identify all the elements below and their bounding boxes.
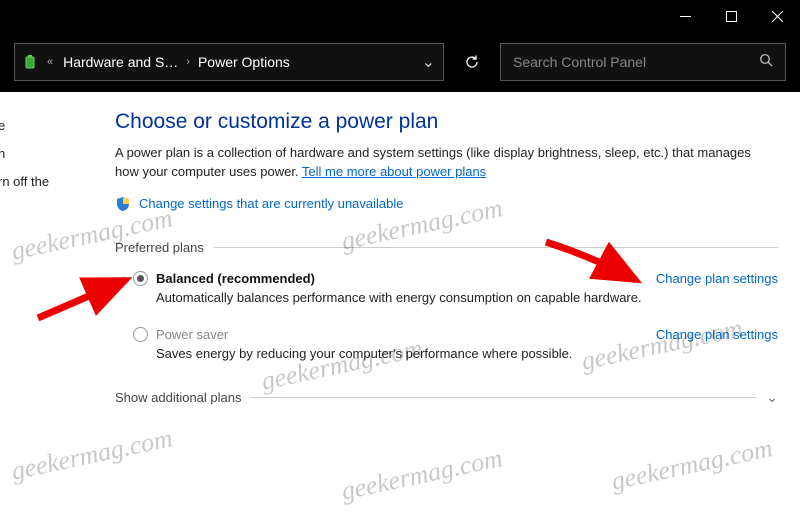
search-input[interactable]: Search Control Panel <box>500 43 786 81</box>
page-title: Choose or customize a power plan <box>115 110 778 134</box>
search-icon <box>759 53 773 72</box>
plan-saver-name[interactable]: Power saver <box>156 327 228 342</box>
plan-balanced: Balanced (recommended) Change plan setti… <box>115 271 778 305</box>
main-panel: Choose or customize a power plan A power… <box>115 110 778 406</box>
chevron-down-icon[interactable]: ⌄ <box>422 52 435 72</box>
radio-balanced[interactable] <box>133 271 148 286</box>
preferred-plans-label: Preferred plans <box>115 240 778 255</box>
additional-plans-toggle[interactable]: Show additional plans⌄ <box>115 389 778 406</box>
chevron-down-icon: ⌄ <box>766 389 778 406</box>
breadcrumb-back-icon: « <box>47 56 53 68</box>
change-unavailable-link[interactable]: Change settings that are currently unava… <box>139 196 404 211</box>
plan-balanced-name[interactable]: Balanced (recommended) <box>156 271 315 286</box>
toolbar: « Hardware and S… › Power Options ⌄ Sear… <box>0 32 800 92</box>
maximize-button[interactable] <box>708 0 754 32</box>
close-button[interactable] <box>754 0 800 32</box>
learn-more-link[interactable]: Tell me more about power plans <box>302 164 486 179</box>
breadcrumb-parent[interactable]: Hardware and S… <box>63 54 178 70</box>
change-plan-settings-saver[interactable]: Change plan settings <box>656 327 778 342</box>
sidebar-fragment: e n rn off the <box>0 112 49 196</box>
plan-balanced-desc: Automatically balances performance with … <box>156 290 778 305</box>
battery-icon <box>23 54 39 70</box>
shield-icon <box>115 196 131 212</box>
search-placeholder: Search Control Panel <box>513 54 759 70</box>
minimize-button[interactable] <box>662 0 708 32</box>
change-plan-settings-balanced[interactable]: Change plan settings <box>656 271 778 286</box>
chevron-right-icon: › <box>186 56 190 68</box>
plan-saver-desc: Saves energy by reducing your computer's… <box>156 346 778 361</box>
address-bar[interactable]: « Hardware and S… › Power Options ⌄ <box>14 43 444 81</box>
plan-power-saver: Power saver Change plan settings Saves e… <box>115 327 778 361</box>
content-area: e n rn off the Choose or customize a pow… <box>0 92 800 527</box>
refresh-button[interactable] <box>454 43 490 81</box>
radio-power-saver[interactable] <box>133 327 148 342</box>
breadcrumb-current[interactable]: Power Options <box>198 54 290 70</box>
page-description: A power plan is a collection of hardware… <box>115 144 778 182</box>
window-titlebar <box>0 0 800 32</box>
